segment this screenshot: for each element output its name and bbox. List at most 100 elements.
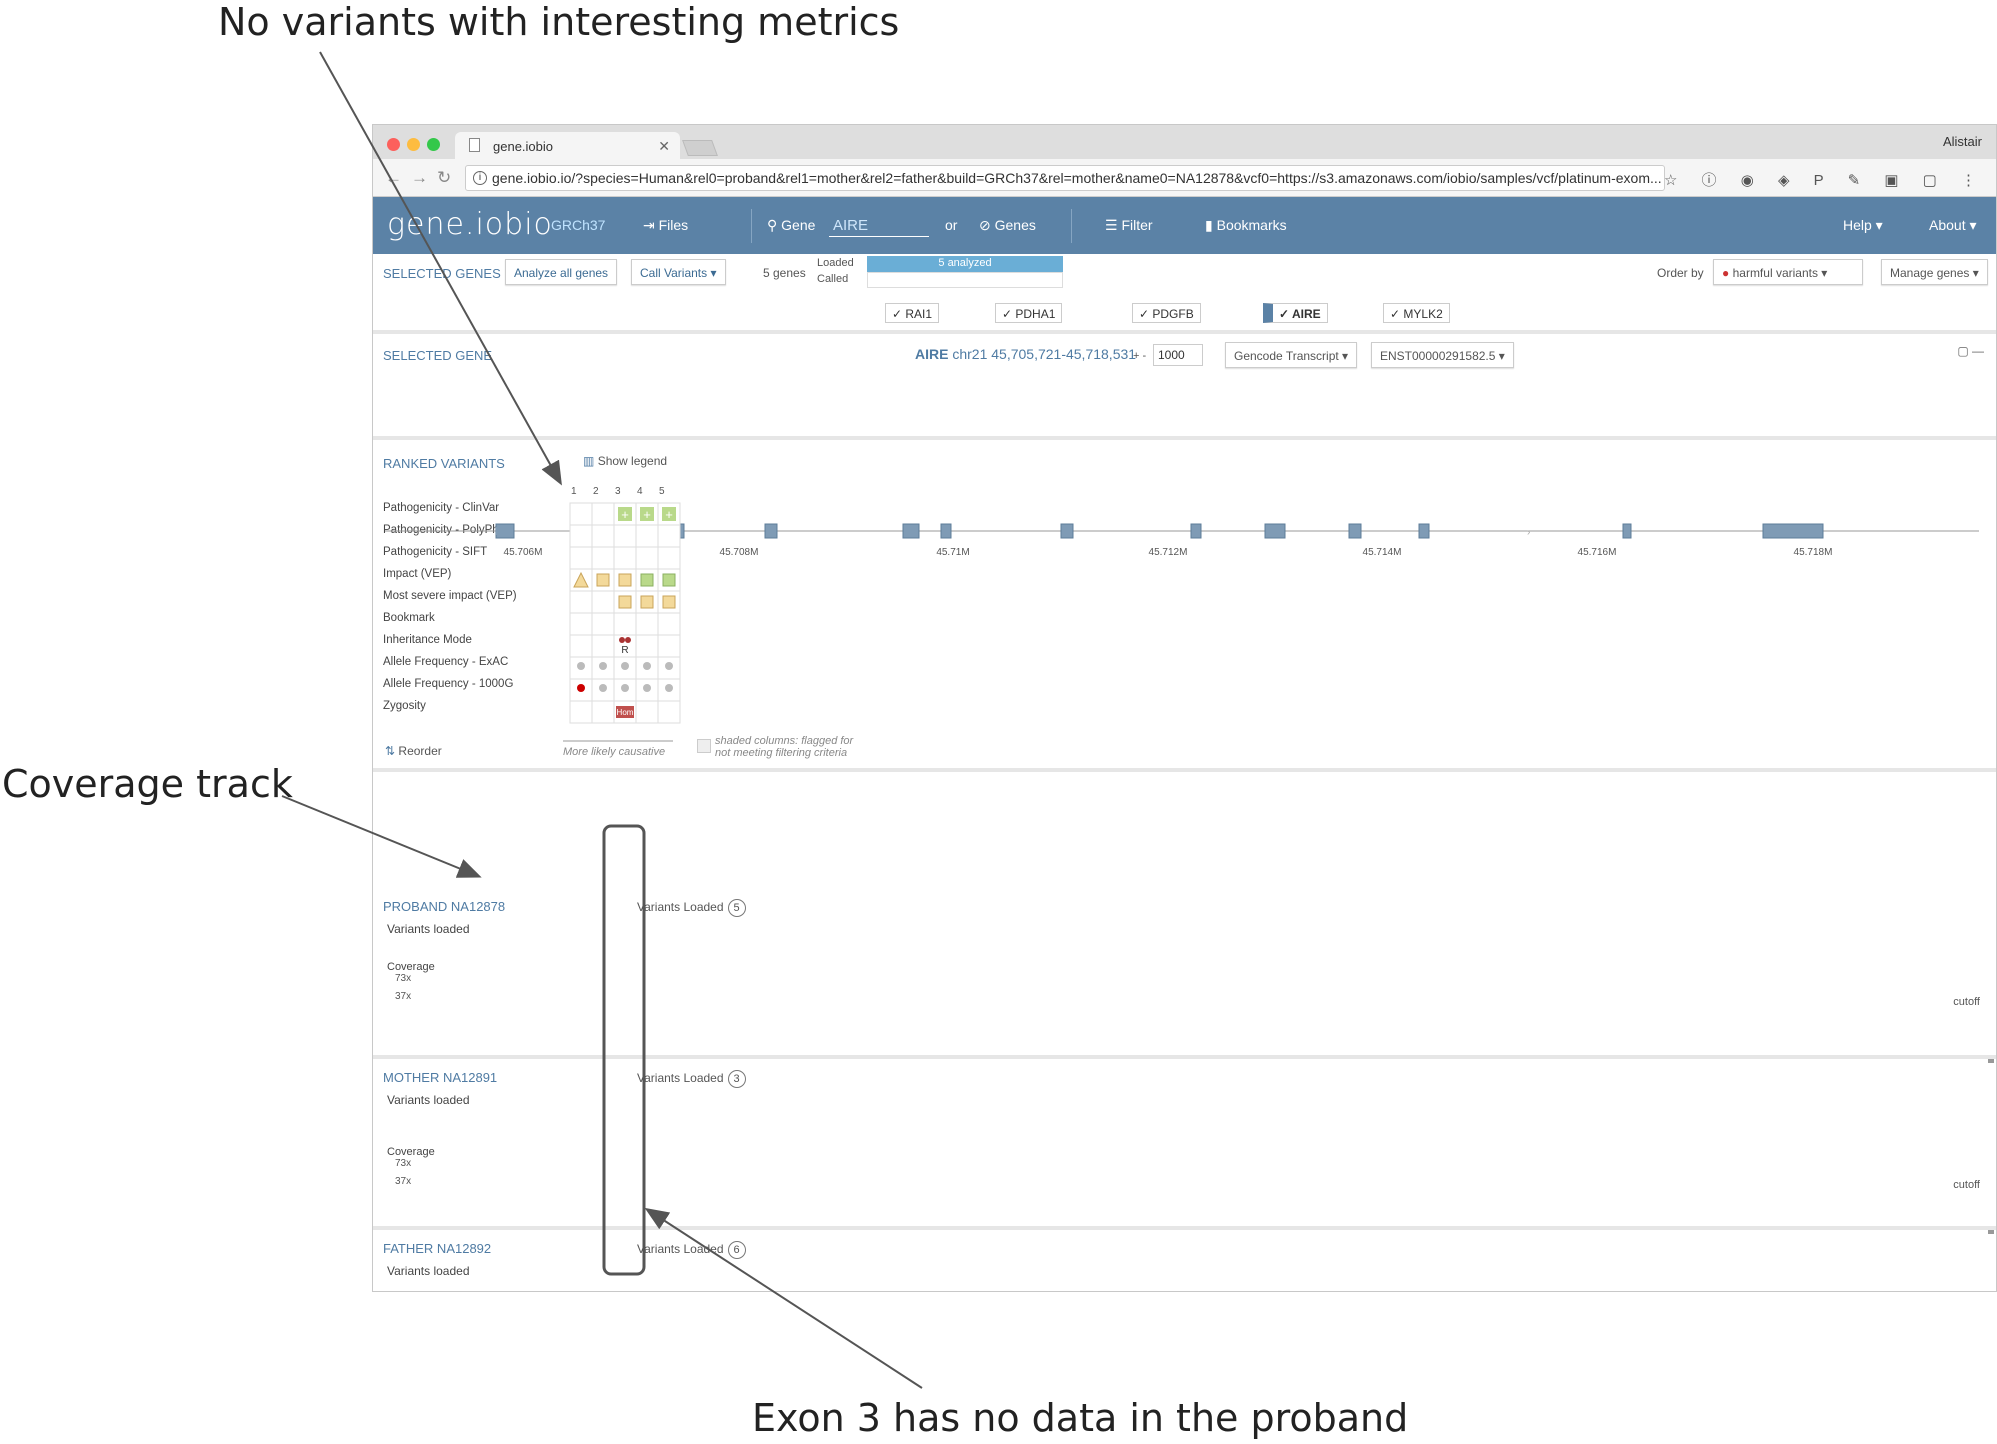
about-menu[interactable]: About ▾ — [1929, 217, 1977, 234]
files-button[interactable]: ⇥ Files — [643, 217, 688, 234]
help-menu[interactable]: Help ▾ — [1843, 217, 1883, 234]
called-progress — [867, 272, 1063, 288]
browser-tab[interactable]: gene.iobio ✕ — [455, 132, 680, 159]
address-toolbar: ← → ↻ i gene.iobio.io/?species=Human&rel0… — [373, 159, 1996, 197]
order-by-select[interactable]: ● harmful variants ▾ — [1713, 259, 1863, 285]
files-icon: ⇥ — [643, 217, 655, 233]
padding-input[interactable]: 1000 — [1153, 344, 1203, 366]
gene-count: 5 genes — [763, 266, 806, 280]
variant-count-badge: 3 — [727, 1070, 746, 1088]
reorder-icon: ⇅ — [385, 744, 396, 758]
selected-gene-panel: SELECTED GENE AIRE chr21 45,705,721-45,7… — [373, 338, 1996, 440]
tab-bar: gene.iobio ✕ Alistair — [373, 125, 1996, 159]
rank-row-label: Pathogenicity - PolyPhen — [383, 524, 512, 536]
browser-window: gene.iobio ✕ Alistair ← → ↻ i gene.iobio.… — [372, 124, 1997, 1292]
coverage-y-73: 73x — [395, 973, 412, 984]
gene-chip-label: PDHA1 — [1015, 307, 1056, 321]
panel-controls[interactable]: ▢ — — [1957, 344, 1984, 358]
info-icon[interactable]: i — [473, 171, 487, 185]
profile-user[interactable]: Alistair — [1943, 134, 1982, 149]
track-panel-father: FATHER NA12892 Variants Loaded 6 Variants l… — [373, 1234, 1996, 1291]
annotation-coverage-track: Coverage track — [2, 762, 293, 806]
variants-loaded-badge: Variants Loaded 5 — [637, 899, 746, 917]
back-icon[interactable]: ← — [385, 168, 402, 188]
forward-icon[interactable]: → — [411, 168, 428, 188]
rank-col-label: 3 — [615, 486, 621, 497]
show-legend-button[interactable]: ▥ Show legend — [583, 454, 667, 468]
genome-build[interactable]: GRCh37 — [551, 217, 605, 233]
annotation-exon3: Exon 3 has no data in the proband — [752, 1396, 1409, 1440]
gene-chip-mylk2[interactable]: ✓ MYLK2 — [1383, 303, 1450, 323]
variants-loaded-label: Variants loaded — [387, 922, 470, 936]
order-by-label: Order by — [1657, 266, 1704, 280]
cutoff-label: cutoff — [1953, 1179, 1980, 1191]
rank-row-label: Most severe impact (VEP) — [383, 590, 517, 602]
extension-icons[interactable]: ☆ ⓘ ◉ ◈ P ✎ ▣ ▢ ⋮ — [1664, 169, 1986, 190]
analyzed-progress: 5 analyzed — [867, 256, 1063, 272]
app-navbar: gene.iobio GRCh37 ⇥ Files ⚲ Gene AIRE or… — [373, 197, 1996, 254]
rank-row-label: Bookmark — [383, 612, 435, 624]
address-bar[interactable]: i gene.iobio.io/?species=Human&rel0=proba… — [465, 165, 1665, 191]
transcript-select[interactable]: ENST00000291582.5 ▾ — [1371, 342, 1514, 368]
variants-loaded-label: Variants loaded — [387, 1093, 470, 1107]
or-text: or — [945, 217, 958, 233]
gene-chip-aire[interactable]: ✓ AIRE — [1263, 303, 1328, 323]
shaded-note-2: not meeting filtering criteria — [715, 747, 848, 759]
bookmark-icon: ▮ — [1205, 217, 1213, 233]
close-tab-icon[interactable]: ✕ — [658, 138, 670, 155]
call-variants-button[interactable]: Call Variants ▾ — [631, 259, 726, 285]
compass-icon: ⊘ — [979, 217, 991, 233]
rank-col-label: 4 — [637, 486, 643, 497]
map-icon: ▥ — [583, 454, 595, 468]
rank-row-label: Allele Frequency - ExAC — [383, 656, 509, 668]
rank-col-label: 1 — [571, 486, 577, 497]
url-text: gene.iobio.io/?species=Human&rel0=proban… — [492, 170, 1662, 186]
reorder-button[interactable]: ⇅ Reorder — [385, 744, 442, 758]
app-logo: gene.iobio — [387, 207, 553, 242]
called-label: Called — [817, 273, 849, 285]
tab-title: gene.iobio — [493, 139, 553, 154]
new-tab-button[interactable] — [682, 140, 718, 156]
loaded-label: Loaded — [817, 257, 854, 269]
manage-genes-button[interactable]: Manage genes ▾ — [1881, 259, 1988, 285]
causative-arrow — [563, 740, 673, 742]
coverage-label: Coverage — [387, 961, 435, 973]
gene-chip-label: MYLK2 — [1403, 307, 1443, 321]
rank-row-label: Zygosity — [383, 700, 426, 712]
rank-row-label: Pathogenicity - ClinVar — [383, 502, 500, 514]
rank-row-label: Allele Frequency - 1000G — [383, 678, 514, 690]
shaded-note: shaded columns: flagged for — [715, 735, 854, 747]
rank-col-label: 2 — [593, 486, 599, 497]
gene-chip-label: PDGFB — [1152, 307, 1194, 321]
harmful-icon: ● — [1722, 266, 1730, 280]
reload-icon[interactable]: ↻ — [437, 168, 451, 188]
gene-search-label: ⚲ Gene — [767, 217, 816, 233]
variants-loaded-badge: Variants Loaded 6 — [637, 1241, 746, 1259]
variants-loaded-label: Variants loaded — [387, 1264, 470, 1278]
selected-gene-title: SELECTED GENE — [383, 348, 493, 363]
transcript-source-select[interactable]: Gencode Transcript ▾ — [1225, 342, 1358, 368]
analyze-all-button[interactable]: Analyze all genes — [505, 259, 618, 285]
gene-chip-pdgfb[interactable]: ✓ PDGFB — [1132, 303, 1201, 323]
cutoff-label: cutoff — [1953, 996, 1980, 1008]
genes-button[interactable]: ⊘ Genes — [979, 217, 1036, 234]
track-title: FATHER NA12892 — [383, 1241, 492, 1256]
track-title: PROBAND NA12878 — [383, 899, 506, 914]
sliders-icon: ☰ — [1105, 217, 1118, 233]
page-icon — [469, 138, 480, 152]
ranked-variants-panel: RANKED VARIANTS ▥ Show legend ⇅ Reorder … — [373, 444, 1996, 772]
coverage-y-73: 73x — [395, 1158, 412, 1169]
track-title: MOTHER NA12891 — [383, 1070, 498, 1085]
selected-genes-title: SELECTED GENES — [383, 266, 501, 281]
gene-chip-pdha1[interactable]: ✓ PDHA1 — [995, 303, 1063, 323]
bookmarks-button[interactable]: ▮ Bookmarks — [1205, 217, 1287, 234]
gene-chip-label: AIRE — [1291, 307, 1321, 321]
variants-loaded-badge: Variants Loaded 3 — [637, 1070, 746, 1088]
gene-input[interactable]: AIRE — [829, 213, 929, 237]
rank-row-label: Impact (VEP) — [383, 568, 452, 580]
shaded-swatch — [697, 739, 711, 753]
coverage-label: Coverage — [387, 1146, 435, 1158]
filter-button[interactable]: ☰ Filter — [1105, 217, 1153, 234]
coverage-y-37: 37x — [395, 1176, 412, 1187]
gene-chip-rai1[interactable]: ✓ RAI1 — [885, 303, 940, 323]
